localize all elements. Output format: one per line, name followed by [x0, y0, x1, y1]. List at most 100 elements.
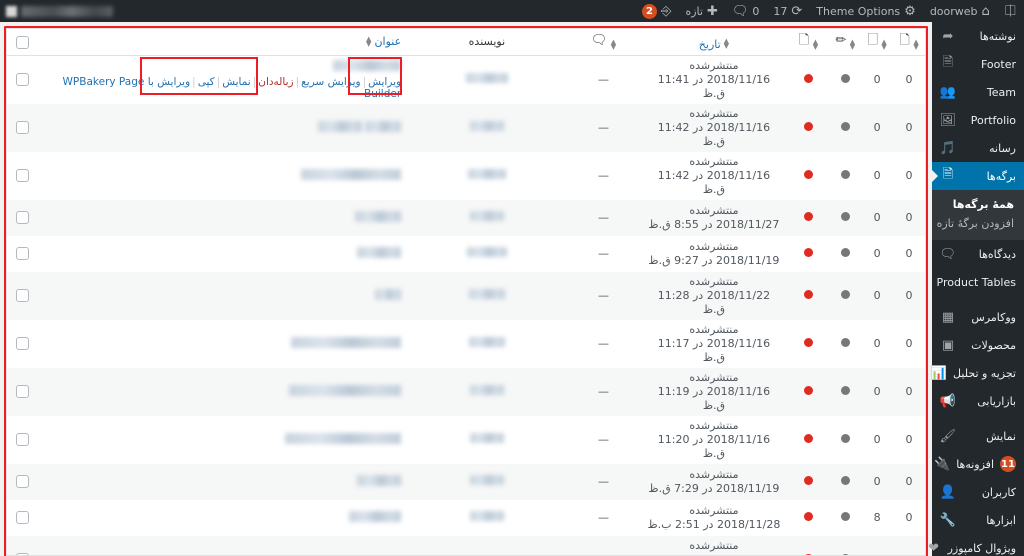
- cell-checkbox[interactable]: [7, 500, 39, 536]
- sidebar-item-woocommerce[interactable]: ووکامرس ▦: [932, 303, 1024, 331]
- table-row[interactable]: 0 0 منتشرشده 2018/11/16 در 11:20 ق.ظ —: [7, 416, 925, 464]
- row-checkbox[interactable]: [16, 289, 30, 303]
- title-link[interactable]: Home 4: [350, 553, 401, 556]
- sidebar-item-posts[interactable]: نوشته‌ها ➦: [932, 22, 1024, 50]
- cell-title[interactable]: [39, 320, 407, 368]
- row-checkbox[interactable]: [16, 337, 30, 351]
- sidebar-item-products[interactable]: محصولات ▣: [932, 331, 1024, 359]
- sidebar-item-pages[interactable]: برگه‌ها 🗎: [931, 162, 1024, 190]
- cell-author[interactable]: [407, 152, 567, 200]
- cell-title[interactable]: [39, 500, 407, 536]
- table-row[interactable]: 0 0 منتشرشده 2018/11/16 در 11:17 ق.ظ —: [7, 320, 925, 368]
- cell-title[interactable]: Home 4: [39, 536, 407, 556]
- sidebar-item-tools[interactable]: ابزارها 🔧: [932, 506, 1024, 534]
- sidebar-item-media[interactable]: رسانه 🎵: [932, 134, 1024, 162]
- column-header-date-link[interactable]: ▲ ▼ تاریخ: [699, 38, 729, 51]
- cell-checkbox[interactable]: [7, 464, 39, 500]
- cell-author[interactable]: [407, 464, 567, 500]
- row-action-copy[interactable]: کپی: [198, 76, 215, 88]
- account-redacted-block[interactable]: [0, 0, 119, 22]
- table-row[interactable]: 0 39 منتشرشده 2018/02/24 در 10:06 ق.ظ — …: [7, 535, 925, 556]
- sidebar-item-comments[interactable]: دیدگاه‌ها 🗨: [932, 240, 1024, 268]
- comments-menu[interactable]: 0 🗨: [725, 0, 767, 22]
- column-header-views[interactable]: ▲ ▼ 🗋: [893, 29, 925, 56]
- table-row[interactable]: 0 0 منتشرشده 2018/11/19 در 7:29 ق.ظ —: [7, 463, 925, 500]
- site-name-menu[interactable]: ⌂ doorweb: [923, 0, 997, 22]
- column-header-select-all[interactable]: [7, 29, 39, 56]
- row-checkbox[interactable]: [16, 475, 30, 489]
- cell-title[interactable]: [39, 104, 407, 152]
- sidebar-item-marketing[interactable]: بازاریابی 📢: [932, 387, 1024, 415]
- column-header-comments[interactable]: ▲ ▼ 🗨: [566, 29, 641, 56]
- table-row[interactable]: 0 0 منتشرشده 2018/11/27 در 8:55 ق.ظ —: [7, 199, 925, 236]
- sidebar-item-appearance[interactable]: نمایش 🖌: [932, 422, 1024, 450]
- row-checkbox[interactable]: [16, 385, 30, 399]
- table-row[interactable]: 0 0 منتشرشده 2018/11/16 در 11:42 ق.ظ —: [7, 152, 925, 200]
- cell-checkbox[interactable]: [7, 272, 39, 320]
- cell-checkbox[interactable]: [7, 200, 39, 236]
- cell-title[interactable]: ویرایش|ویرایش سریع|زباله‌دان|نمایش|کپی|و…: [39, 55, 407, 104]
- column-header-status[interactable]: ▲ ▼ 🗋: [787, 29, 830, 56]
- sidebar-item-plugins[interactable]: 11 افزونه‌ها 🔌: [932, 450, 1024, 478]
- table-row[interactable]: 0 0 منتشرشده 2018/11/19 در 9:27 ق.ظ —: [7, 236, 925, 272]
- cell-checkbox[interactable]: [7, 416, 39, 464]
- cell-checkbox[interactable]: [7, 55, 39, 104]
- row-checkbox[interactable]: [16, 433, 30, 447]
- table-row[interactable]: 0 0 منتشرشده 2018/11/16 در 11:19 ق.ظ —: [7, 367, 925, 416]
- cell-title[interactable]: [39, 464, 407, 500]
- cell-author[interactable]: [407, 272, 567, 320]
- cell-author[interactable]: [407, 236, 567, 272]
- table-row[interactable]: 0 0 منتشرشده 2018/11/22 در 11:28 ق.ظ —: [7, 271, 925, 320]
- cell-checkbox[interactable]: [7, 152, 39, 200]
- cell-checkbox[interactable]: [7, 368, 39, 416]
- table-row[interactable]: 0 8 منتشرشده 2018/11/28 در 2:51 ب.ظ —: [7, 500, 925, 536]
- cell-title[interactable]: [39, 200, 407, 236]
- row-action-quick-edit[interactable]: ویرایش سریع: [301, 76, 360, 88]
- row-checkbox[interactable]: [16, 511, 30, 525]
- sidebar-item-analytics[interactable]: تجزیه و تحلیل 📊: [931, 359, 1024, 387]
- cell-author[interactable]: [407, 104, 567, 152]
- row-checkbox[interactable]: [16, 247, 30, 261]
- column-header-date[interactable]: ▲ ▼ تاریخ: [640, 29, 788, 56]
- cell-title[interactable]: [39, 416, 407, 464]
- column-header-title[interactable]: عنوان ▲ ▼: [38, 29, 408, 56]
- column-header-revisions[interactable]: ▲ ▼ 🗌: [861, 29, 894, 56]
- sidebar-item-users[interactable]: کاربران 👤: [932, 478, 1024, 506]
- row-action-edit[interactable]: ویرایش: [368, 76, 401, 88]
- cell-checkbox[interactable]: [7, 236, 39, 272]
- row-checkbox[interactable]: [16, 73, 30, 87]
- cell-author[interactable]: [407, 320, 567, 368]
- table-row[interactable]: 0 0 منتشرشده 2018/11/16 در 11:42 ق.ظ —: [7, 103, 925, 152]
- cell-author[interactable]: [407, 200, 567, 236]
- theme-options-menu[interactable]: ⚙ Theme Options: [809, 0, 923, 22]
- updates-menu[interactable]: ⟳ 17: [766, 0, 809, 22]
- table-row[interactable]: 0 0 منتشرشده 2018/11/16 در 11:41 ق.ظ — و…: [7, 55, 925, 104]
- sidebar-item-visual-composer[interactable]: ویژوال کامپوزر ❤: [928, 534, 1024, 556]
- select-all-checkbox[interactable]: [16, 35, 30, 49]
- cell-title[interactable]: [39, 368, 407, 416]
- cell-checkbox[interactable]: [7, 104, 39, 152]
- row-action-trash[interactable]: زباله‌دان: [258, 76, 293, 88]
- cell-author[interactable]: [407, 416, 567, 464]
- sidebar-item-team[interactable]: Team 👥: [932, 78, 1024, 106]
- cell-title[interactable]: [39, 236, 407, 272]
- sidebar-item-portfolio[interactable]: Portfolio 🖼: [932, 106, 1024, 134]
- sidebar-subitem-add-new-page[interactable]: افزودن برگهٔ تازه: [932, 214, 1024, 233]
- seo-notice-menu[interactable]: ⎆ 2: [635, 0, 678, 22]
- cell-title[interactable]: [39, 152, 407, 200]
- wordpress-logo-icon[interactable]: ⎅: [997, 0, 1024, 22]
- row-action-view[interactable]: نمایش: [222, 76, 251, 88]
- sidebar-item-product-tables[interactable]: Product Tables ☰: [917, 268, 1024, 296]
- sidebar-item-footer[interactable]: Footer 🗎: [932, 50, 1024, 78]
- sidebar-subitem-all-pages[interactable]: همهٔ برگه‌ها: [932, 195, 1024, 214]
- cell-author[interactable]: [407, 55, 567, 104]
- cell-author[interactable]: [407, 500, 567, 536]
- cell-author[interactable]: microsw: [407, 536, 567, 555]
- cell-author[interactable]: [407, 368, 567, 416]
- column-header-edit-state[interactable]: ▲ ▼ ✏: [829, 29, 862, 56]
- row-checkbox[interactable]: [16, 121, 30, 135]
- new-content-menu[interactable]: ✚ تازه: [678, 0, 724, 22]
- cell-title[interactable]: [39, 272, 407, 320]
- row-checkbox[interactable]: [16, 169, 30, 183]
- cell-checkbox[interactable]: [7, 320, 39, 368]
